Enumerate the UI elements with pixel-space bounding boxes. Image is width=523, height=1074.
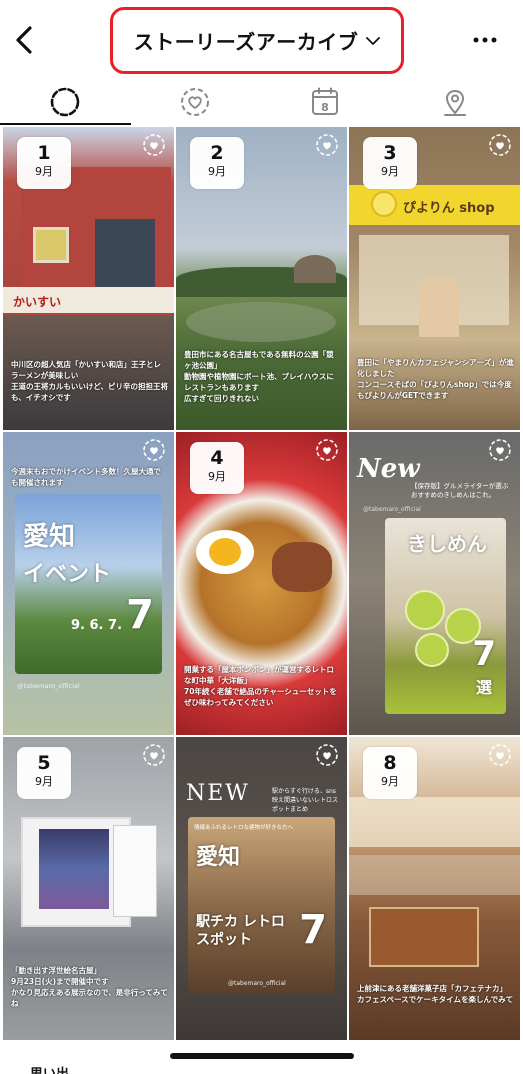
highlight-heart-icon	[181, 88, 209, 116]
story-caption: 上前津にある老舗洋菓子店「カフェテナカ」 カフェスペースでケーキタイムを楽しんで…	[357, 984, 514, 1004]
archive-tabs: 8	[0, 80, 523, 124]
highlight-heart-icon[interactable]	[488, 438, 512, 462]
highlight-heart-icon[interactable]	[142, 133, 166, 157]
new-label: NEW	[186, 781, 250, 806]
highlight-heart-icon[interactable]	[488, 743, 512, 767]
poster-subtitle: 選	[475, 678, 492, 697]
poster-title: きしめん	[407, 532, 487, 556]
shop-sign: ぴよりん shop	[403, 201, 495, 216]
highlight-heart-icon[interactable]	[315, 133, 339, 157]
chevron-left-icon	[16, 26, 32, 54]
story-date-badge: 5 9月	[17, 747, 71, 799]
story-thumbnail[interactable]: 5 9月 「動き出す浮世絵名古屋」 9月23日(火)まで開催中です かなり見応え…	[3, 737, 174, 1040]
back-button[interactable]	[8, 20, 40, 60]
more-options-button[interactable]	[467, 24, 503, 56]
top-bar: ストーリーズアーカイブ	[0, 0, 523, 80]
highlight-heart-icon[interactable]	[488, 133, 512, 157]
story-caption: 「動き出す浮世絵名古屋」 9月23日(火)まで開催中です かなり見応えある展示な…	[11, 966, 168, 1008]
poster-subtitle: 駅チカ レトロスポット	[196, 914, 285, 948]
tab-map[interactable]	[390, 80, 520, 124]
poster-number: 7	[299, 907, 327, 953]
tab-highlights[interactable]	[130, 80, 260, 124]
poster-number: 7	[126, 592, 154, 638]
stories-circle-icon	[50, 87, 80, 117]
page-title: ストーリーズアーカイブ	[133, 30, 359, 54]
poster-title: 愛知	[23, 522, 76, 552]
story-date-badge: 3 9月	[363, 137, 417, 189]
poster-header: 情緒あふれるレトロな建物が好きな方へ	[194, 825, 294, 831]
tab-stories[interactable]	[0, 80, 130, 124]
story-thumbnail[interactable]: NEW 駅からすぐ行ける、sns映え間違いないレトロスポットまとめ 情緒あふれる…	[176, 737, 347, 1040]
new-label: New	[357, 454, 420, 484]
tab-calendar[interactable]: 8	[260, 80, 390, 124]
calendar-icon: 8	[312, 87, 338, 115]
story-caption: 豊田市にある名古屋もである無料の公園「競ヶ池公園」 動物園や植物園にボート池、プ…	[184, 350, 334, 403]
story-grid: かいすい 1 9月 中川区の超人気店「かいすい和店」王子とレラーメンが美味しい …	[3, 127, 520, 1043]
story-month: 9月	[381, 165, 399, 178]
calendar-day-label: 8	[321, 101, 329, 114]
story-date-badge: 2 9月	[190, 137, 244, 189]
poster-dates: 9. 6. 7.	[71, 618, 123, 633]
story-day: 2	[210, 142, 224, 164]
story-date-badge: 1 9月	[17, 137, 71, 189]
memories-label[interactable]: 思い出	[30, 1063, 69, 1074]
poster-number: 7	[472, 634, 496, 674]
map-pin-icon	[444, 90, 466, 116]
chevron-down-icon	[366, 36, 381, 45]
story-day: 5	[37, 752, 51, 774]
highlight-heart-icon[interactable]	[315, 743, 339, 767]
story-day: 3	[383, 142, 397, 164]
home-indicator[interactable]	[170, 1053, 354, 1059]
story-caption: 豊田に「やまりんカフェジャンシアーズ」が進化しました コンコースそばの「ぴよりん…	[357, 358, 514, 400]
poster-card: 愛知 イベント 9. 6. 7. 7	[15, 494, 162, 674]
poster-card: きしめん 7 選	[385, 518, 506, 714]
story-thumbnail[interactable]: 4 9月 開業する「屋本ボンボン」が運営するレトロな町中華「大洋飯」 70年続く…	[176, 432, 347, 735]
story-day: 4	[210, 447, 224, 469]
highlight-heart-icon[interactable]	[142, 438, 166, 462]
active-tab-indicator	[0, 123, 131, 125]
poster-subtitle: イベント	[23, 562, 112, 587]
story-month: 9月	[35, 165, 53, 178]
more-dots-icon	[473, 37, 497, 43]
story-caption: 中川区の超人気店「かいすい和店」王子とレラーメンが美味しい 王道の王将カルもいい…	[11, 360, 168, 402]
story-month: 9月	[35, 775, 53, 788]
story-date-badge: 4 9月	[190, 442, 244, 494]
archive-selector[interactable]: ストーリーズアーカイブ	[110, 7, 404, 74]
story-caption: 今週末もおでかけイベント多数！久屋大通でも開催されます	[11, 467, 161, 487]
story-day: 1	[37, 142, 51, 164]
story-header-text: 【保存版】グルメライターが選ぶおすすめのきしめんはこれ。	[411, 482, 509, 499]
account-handle: @tabemaro_official	[363, 506, 421, 513]
story-month: 9月	[208, 470, 226, 483]
story-thumbnail[interactable]: 今週末もおでかけイベント多数！久屋大通でも開催されます 愛知 イベント 9. 6…	[3, 432, 174, 735]
story-thumbnail[interactable]: かいすい 1 9月 中川区の超人気店「かいすい和店」王子とレラーメンが美味しい …	[3, 127, 174, 430]
story-thumbnail[interactable]: New 【保存版】グルメライターが選ぶおすすめのきしめんはこれ。 @tabema…	[349, 432, 520, 735]
story-thumbnail[interactable]: 8 9月 上前津にある老舗洋菓子店「カフェテナカ」 カフェスペースでケーキタイム…	[349, 737, 520, 1040]
highlight-heart-icon[interactable]	[142, 743, 166, 767]
poster-card: 情緒あふれるレトロな建物が好きな方へ 愛知 駅チカ レトロスポット 7 @tab…	[188, 817, 335, 993]
story-caption: 開業する「屋本ボンボン」が運営するレトロな町中華「大洋飯」 70年続く老舗で絶品…	[184, 665, 337, 707]
highlight-heart-icon[interactable]	[315, 438, 339, 462]
story-day: 8	[383, 752, 397, 774]
story-date-badge: 8 9月	[363, 747, 417, 799]
story-header-text: 駅からすぐ行ける、sns映え間違いないレトロスポットまとめ	[272, 788, 339, 813]
story-thumbnail[interactable]: ぴよりん shop 3 9月 豊田に「やまりんカフェジャンシアーズ」が進化しまし…	[349, 127, 520, 430]
story-month: 9月	[208, 165, 226, 178]
story-thumbnail[interactable]: 2 9月 豊田市にある名古屋もである無料の公園「競ヶ池公園」 動物園や植物園にボ…	[176, 127, 347, 430]
poster-title: 愛知	[196, 844, 241, 870]
story-month: 9月	[381, 775, 399, 788]
account-handle: @tabemaro_official	[228, 980, 286, 987]
account-handle: @tabemaro_official	[17, 682, 80, 690]
